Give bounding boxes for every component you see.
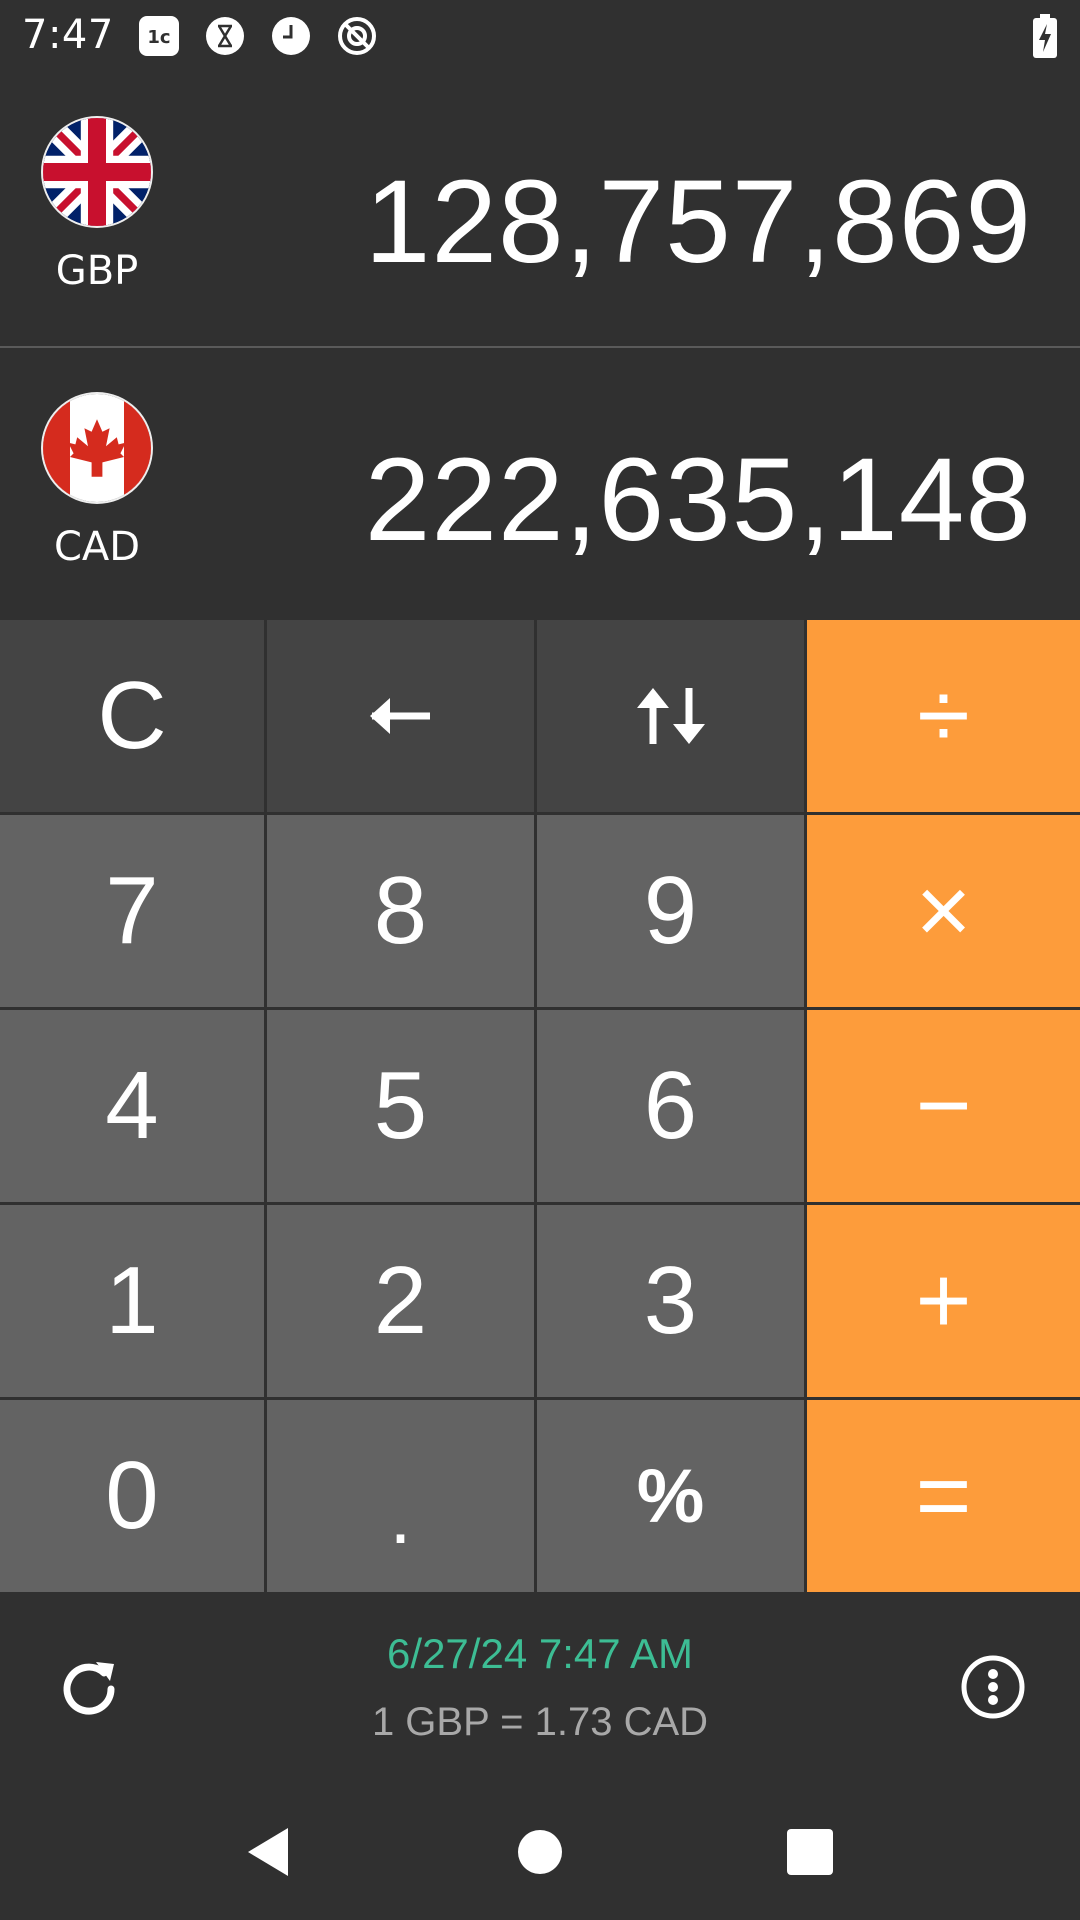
divide-button[interactable]: ÷ (807, 620, 1080, 815)
svg-text:1c: 1c (147, 27, 170, 48)
digit-8-button[interactable]: 8 (267, 815, 537, 1010)
keypad: C ÷ 7 8 9 × 4 5 6 − 1 2 3 + 0 . % = (0, 620, 1080, 1595)
digit-6-button[interactable]: 6 (537, 1010, 807, 1205)
multiply-button[interactable]: × (807, 815, 1080, 1010)
percent-button[interactable]: % (537, 1400, 807, 1595)
system-nav-bar (0, 1782, 1080, 1920)
status-bar: 7:47 1c (0, 0, 1080, 72)
last-updated-text: 6/27/24 7:47 AM (387, 1630, 693, 1677)
digit-5-button[interactable]: 5 (267, 1010, 537, 1205)
hourglass-icon (204, 15, 246, 57)
to-currency-row[interactable]: CAD 222,635,148 (0, 346, 1080, 621)
recents-icon[interactable] (780, 1822, 840, 1882)
decimal-point-button[interactable]: . (267, 1400, 537, 1595)
to-amount-display: 222,635,148 (364, 434, 1032, 566)
home-icon[interactable] (510, 1822, 570, 1882)
backspace-button[interactable] (267, 620, 537, 815)
clock-icon (270, 15, 312, 57)
to-currency-code[interactable]: CAD (0, 524, 194, 570)
more-options-icon[interactable] (960, 1654, 1026, 1720)
equals-button[interactable]: = (807, 1400, 1080, 1595)
rate-info-bar: 6/27/24 7:47 AM 1 GBP = 1.73 CAD (0, 1592, 1080, 1782)
canada-flag-icon[interactable] (43, 394, 151, 502)
swap-currencies-button[interactable] (537, 620, 807, 815)
digit-9-button[interactable]: 9 (537, 815, 807, 1010)
digit-2-button[interactable]: 2 (267, 1205, 537, 1400)
digit-4-button[interactable]: 4 (0, 1010, 267, 1205)
no-data-icon (336, 15, 378, 57)
from-amount-display: 128,757,869 (364, 156, 1032, 288)
battery-charging-icon (1032, 14, 1058, 58)
uk-flag-icon[interactable] (43, 118, 151, 226)
status-time: 7:47 (22, 12, 114, 58)
swap-arrows-icon (636, 688, 705, 744)
clear-button[interactable]: C (0, 620, 267, 815)
digit-0-button[interactable]: 0 (0, 1400, 267, 1595)
from-currency-row[interactable]: GBP 128,757,869 (0, 72, 1080, 346)
back-icon[interactable] (238, 1822, 298, 1882)
exchange-rate-text: 1 GBP = 1.73 CAD (371, 1700, 709, 1744)
digit-1-button[interactable]: 1 (0, 1205, 267, 1400)
backspace-arrow-icon (369, 698, 430, 734)
plus-button[interactable]: + (807, 1205, 1080, 1400)
digit-3-button[interactable]: 3 (537, 1205, 807, 1400)
1c-icon: 1c (138, 15, 180, 57)
from-currency-code[interactable]: GBP (0, 248, 194, 294)
minus-button[interactable]: − (807, 1010, 1080, 1205)
digit-7-button[interactable]: 7 (0, 815, 267, 1010)
